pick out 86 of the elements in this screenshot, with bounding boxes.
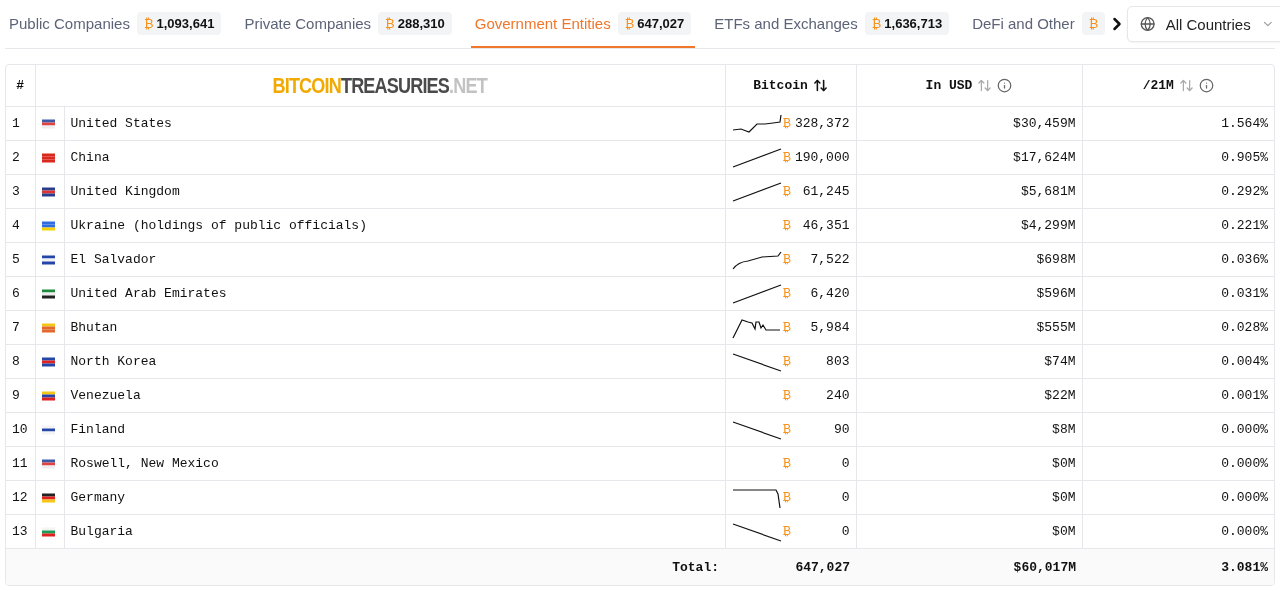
share-cell: 0.028% xyxy=(1082,310,1274,345)
count-badge: ₿ 647,027 xyxy=(617,11,692,35)
total-usd: $60,017M xyxy=(856,548,1082,585)
usd-cell: $5,681M xyxy=(856,174,1082,209)
bitcoin-amount: ₿ 61,245 xyxy=(783,184,850,199)
rank-cell: 10 xyxy=(6,412,35,447)
bitcoin-amount: ₿ 46,351 xyxy=(783,218,850,233)
count-badge: ₿ 1,093,641 xyxy=(136,11,222,35)
column-header[interactable]: /21M xyxy=(1082,65,1274,107)
column-header: # xyxy=(6,65,35,107)
rank-cell: 8 xyxy=(6,344,35,379)
entity-name[interactable]: Ukraine (holdings of public officials) xyxy=(64,208,725,243)
entity-name[interactable]: United Arab Emirates xyxy=(64,276,725,311)
bitcoin-amount: ₿ 6,420 xyxy=(783,286,850,301)
total-bitcoin: 647,027 xyxy=(725,548,856,585)
bitcoin-amount: ₿ 5,984 xyxy=(783,320,850,335)
logo: BITCOINTREASURIES.NET xyxy=(272,72,488,99)
tab-label: Government Entities xyxy=(474,14,611,32)
count-badge: ₿ xyxy=(1081,11,1106,35)
total-label: Total: xyxy=(64,548,725,585)
entity-name[interactable]: North Korea xyxy=(64,344,725,379)
share-cell: 0.000% xyxy=(1082,412,1274,447)
bitcoin-amount: ₿ 190,000 xyxy=(783,150,850,165)
tab-label: DeFi and Other xyxy=(972,14,1075,32)
entity-name[interactable]: Bhutan xyxy=(64,310,725,345)
share-cell: 0.001% xyxy=(1082,378,1274,413)
share-cell: 0.000% xyxy=(1082,480,1274,515)
share-cell: 0.292% xyxy=(1082,174,1274,209)
bitcoin-amount: ₿ 90 xyxy=(783,422,850,437)
usd-cell: $555M xyxy=(856,310,1082,345)
usd-cell: $8M xyxy=(856,412,1082,447)
usd-cell: $30,459M xyxy=(856,106,1082,141)
tab[interactable]: Government Entities ₿ 647,027 xyxy=(470,0,696,48)
share-cell: 1.564% xyxy=(1082,106,1274,141)
rank-cell: 3 xyxy=(6,174,35,209)
column-header[interactable]: Bitcoin xyxy=(725,65,856,107)
usd-cell: $698M xyxy=(856,242,1082,277)
rank-cell: 2 xyxy=(6,140,35,175)
usd-cell: $17,624M xyxy=(856,140,1082,175)
rank-cell: 11 xyxy=(6,446,35,481)
column-header[interactable]: In USD xyxy=(856,65,1082,107)
tab[interactable]: DeFi and Other ₿ xyxy=(968,0,1110,48)
bitcoin-amount: ₿ 0 xyxy=(783,456,850,471)
usd-cell: $596M xyxy=(856,276,1082,311)
rank-cell: 7 xyxy=(6,310,35,345)
share-cell: 0.221% xyxy=(1082,208,1274,243)
entity-name[interactable]: United Kingdom xyxy=(64,174,725,209)
usd-cell: $74M xyxy=(856,344,1082,379)
rank-cell: 4 xyxy=(6,208,35,243)
country-select[interactable]: All Countries xyxy=(1127,6,1280,42)
usd-cell: $0M xyxy=(856,480,1082,515)
entity-name[interactable]: Venezuela xyxy=(64,378,725,413)
entity-name[interactable]: El Salvador xyxy=(64,242,725,277)
share-cell: 0.036% xyxy=(1082,242,1274,277)
rank-cell: 12 xyxy=(6,480,35,515)
count-badge: ₿ 288,310 xyxy=(378,11,452,35)
share-cell: 0.031% xyxy=(1082,276,1274,311)
bitcoin-amount: ₿ 803 xyxy=(783,354,850,369)
entity-name[interactable]: Germany xyxy=(64,480,725,515)
rank-cell: 9 xyxy=(6,378,35,413)
tab[interactable]: ETFs and Exchanges ₿ 1,636,713 xyxy=(710,0,954,48)
tab-label: Private Companies xyxy=(244,14,372,32)
entity-name[interactable]: Finland xyxy=(64,412,725,447)
share-cell: 0.000% xyxy=(1082,446,1274,481)
tab[interactable]: Private Companies ₿ 288,310 xyxy=(240,0,456,48)
tab[interactable]: Public Companies ₿ 1,093,641 xyxy=(5,0,226,48)
share-cell: 0.905% xyxy=(1082,140,1274,175)
usd-cell: $22M xyxy=(856,378,1082,413)
bitcoin-amount: ₿ 7,522 xyxy=(783,252,850,267)
bitcoin-amount: ₿ 240 xyxy=(783,388,850,403)
tab-label: ETFs and Exchanges xyxy=(714,14,858,32)
tab-label: Public Companies xyxy=(9,14,130,32)
entity-name[interactable]: China xyxy=(64,140,725,175)
bitcoin-amount: ₿ 0 xyxy=(783,524,850,539)
entity-name[interactable]: United States xyxy=(64,106,725,141)
bitcoin-amount: ₿ 328,372 xyxy=(783,116,850,131)
usd-cell: $0M xyxy=(856,446,1082,481)
bitcoin-amount: ₿ 0 xyxy=(783,490,850,505)
rank-cell: 5 xyxy=(6,242,35,277)
share-cell: 0.004% xyxy=(1082,344,1274,379)
total-share: 3.081% xyxy=(1082,548,1274,585)
count-badge: ₿ 1,636,713 xyxy=(864,11,950,35)
rank-cell: 1 xyxy=(6,106,35,141)
entity-name[interactable]: Roswell, New Mexico xyxy=(64,446,725,481)
rank-cell: 6 xyxy=(6,276,35,311)
usd-cell: $4,299M xyxy=(856,208,1082,243)
